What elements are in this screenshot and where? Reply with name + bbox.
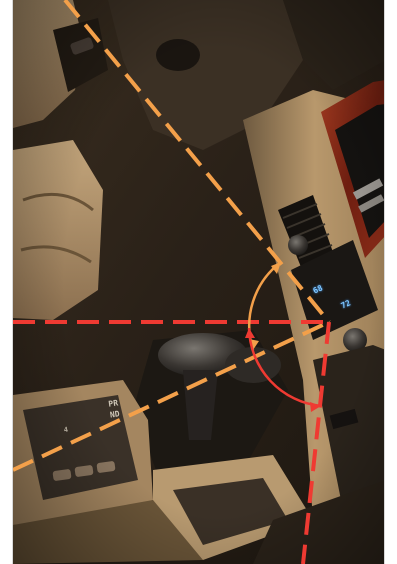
gear-selector-left-label: 4 <box>63 425 69 435</box>
photo-frame: 68 72 PRND 4 <box>12 0 385 564</box>
vignette-overlay <box>13 0 384 564</box>
dashboard-photo <box>13 0 384 564</box>
